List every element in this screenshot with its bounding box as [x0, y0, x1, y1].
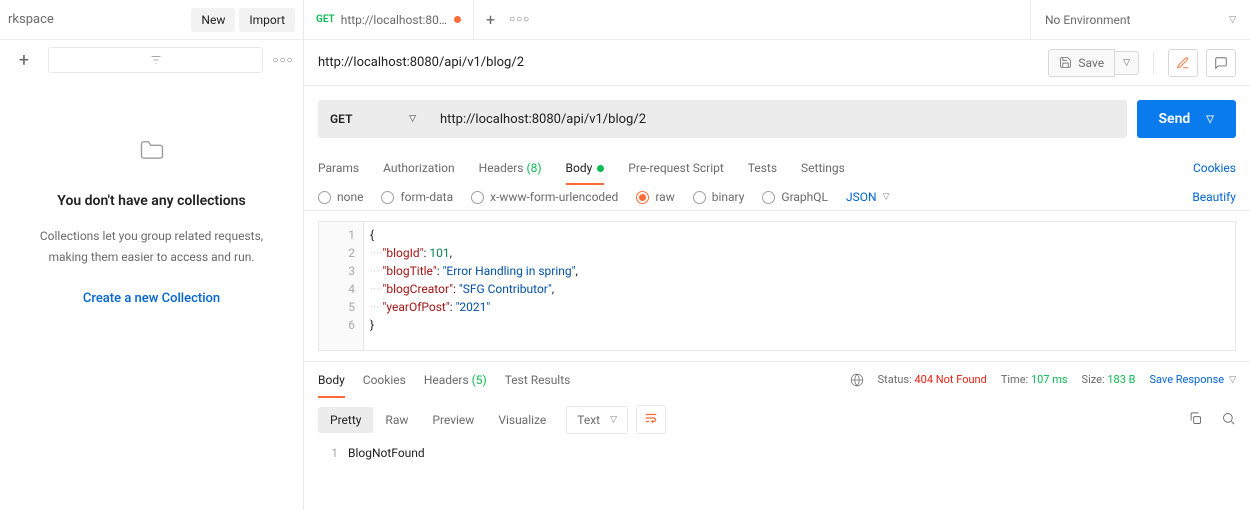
tab-tests[interactable]: Tests	[748, 152, 777, 184]
body-type-graphql[interactable]: GraphQL	[762, 190, 828, 204]
response-toolbar: Pretty Raw Preview Visualize Text ▽	[304, 397, 1250, 442]
new-button[interactable]: New	[191, 8, 235, 32]
body-code[interactable]: { ····"blogId": 101, ····"blogTitle": "E…	[364, 222, 584, 350]
body-format-select[interactable]: JSON ▽	[846, 190, 889, 204]
workspace-label: rkspace	[8, 12, 54, 27]
response-meta: Status: 404 Not Found Time: 107 ms Size:…	[850, 373, 1236, 387]
beautify-link[interactable]: Beautify	[1192, 190, 1236, 204]
create-collection-link[interactable]: Create a new Collection	[83, 291, 220, 306]
response-time-value: 107 ms	[1031, 373, 1068, 386]
save-button[interactable]: Save	[1048, 49, 1115, 77]
folder-icon	[132, 130, 172, 170]
globe-icon	[850, 373, 864, 387]
response-size-value: 183 B	[1107, 373, 1135, 386]
save-response-button[interactable]: Save Response ▽	[1150, 373, 1237, 386]
response-format-select[interactable]: Text ▽	[566, 406, 628, 434]
new-tab-button[interactable]: +	[486, 10, 495, 29]
sidebar-options-button[interactable]: ○○○	[271, 55, 295, 66]
sidebar-toolbar: + ○○○	[0, 40, 303, 80]
tab-url-label: http://localhost:80...	[341, 13, 448, 27]
tab-authorization[interactable]: Authorization	[383, 152, 455, 184]
body-modified-indicator-icon	[597, 165, 604, 172]
tab-bar: GET http://localhost:80... + ○○○ No Envi…	[304, 0, 1250, 40]
search-icon	[1221, 411, 1236, 426]
response-line-gutter: 1	[318, 446, 348, 460]
empty-collections: You don't have any collections Collectio…	[0, 80, 303, 356]
response-tabs: Body Cookies Headers (5) Test Results St…	[304, 361, 1250, 397]
line-gutter: 123456	[319, 222, 364, 350]
body-type-selector: none form-data x-www-form-urlencoded raw…	[304, 184, 1250, 211]
response-tab-cookies[interactable]: Cookies	[363, 362, 406, 398]
response-tab-tests[interactable]: Test Results	[505, 362, 571, 398]
request-url-row: GET ▽ Send ▽	[304, 86, 1250, 152]
response-body-text[interactable]: BlogNotFound	[348, 446, 425, 460]
save-icon	[1059, 56, 1072, 69]
response-body: 1 BlogNotFound	[304, 442, 1250, 464]
view-visualize[interactable]: Visualize	[486, 407, 558, 433]
tab-prerequest[interactable]: Pre-request Script	[628, 152, 723, 184]
edit-button[interactable]	[1168, 49, 1198, 77]
view-raw[interactable]: Raw	[373, 407, 420, 433]
copy-response-button[interactable]	[1188, 411, 1203, 429]
save-dropdown-button[interactable]: ▽	[1115, 51, 1139, 75]
comments-button[interactable]	[1206, 49, 1236, 77]
empty-title: You don't have any collections	[30, 190, 273, 212]
filter-icon	[150, 54, 162, 66]
view-preview[interactable]: Preview	[420, 407, 486, 433]
tab-headers[interactable]: Headers (8)	[479, 152, 542, 184]
filter-input[interactable]	[48, 47, 263, 73]
wrap-lines-button[interactable]	[636, 405, 666, 434]
cookies-link[interactable]: Cookies	[1193, 161, 1236, 175]
request-tab[interactable]: GET http://localhost:80...	[304, 0, 474, 39]
copy-icon	[1188, 411, 1203, 426]
empty-description: Collections let you group related reques…	[30, 226, 273, 267]
tab-settings[interactable]: Settings	[801, 152, 845, 184]
comment-icon	[1214, 56, 1228, 70]
body-type-formdata[interactable]: form-data	[381, 190, 453, 204]
body-type-none[interactable]: none	[318, 190, 363, 204]
view-pretty[interactable]: Pretty	[318, 407, 373, 433]
chevron-down-icon: ▽	[1123, 58, 1130, 68]
response-tab-body[interactable]: Body	[318, 362, 345, 398]
add-collection-button[interactable]: +	[8, 47, 40, 73]
tab-options-button[interactable]: ○○○	[509, 14, 530, 25]
request-title: http://localhost:8080/api/v1/blog/2	[318, 55, 1048, 70]
chevron-down-icon: ▽	[409, 114, 416, 124]
response-view-segment: Pretty Raw Preview Visualize	[318, 407, 558, 433]
sidebar-header: rkspace New Import	[0, 0, 303, 40]
chevron-down-icon: ▽	[610, 415, 617, 425]
tab-params[interactable]: Params	[318, 152, 359, 184]
chevron-down-icon: ▽	[1206, 114, 1214, 125]
chevron-down-icon: ▽	[1229, 375, 1236, 385]
body-type-urlencoded[interactable]: x-www-form-urlencoded	[471, 190, 618, 204]
unsaved-indicator-icon	[454, 16, 461, 23]
search-response-button[interactable]	[1221, 411, 1236, 429]
sidebar: rkspace New Import + ○○○ You don't have …	[0, 0, 304, 510]
pencil-icon	[1176, 56, 1190, 70]
response-tab-headers[interactable]: Headers (5)	[424, 362, 487, 398]
environment-label: No Environment	[1045, 13, 1130, 27]
request-tabs: Params Authorization Headers (8) Body Pr…	[304, 152, 1250, 184]
response-status-value: 404 Not Found	[915, 373, 987, 386]
body-type-binary[interactable]: binary	[693, 190, 745, 204]
body-editor[interactable]: 123456 { ····"blogId": 101, ····"blogTit…	[318, 221, 1236, 351]
chevron-down-icon: ▽	[883, 192, 890, 202]
chevron-down-icon: ▽	[1229, 15, 1236, 25]
request-title-row: http://localhost:8080/api/v1/blog/2 Save…	[304, 40, 1250, 86]
method-select[interactable]: GET ▽	[318, 100, 428, 138]
tab-body[interactable]: Body	[566, 152, 605, 184]
wrap-icon	[644, 411, 658, 425]
environment-select[interactable]: No Environment ▽	[1030, 0, 1250, 39]
send-button[interactable]: Send ▽	[1137, 100, 1236, 138]
import-button[interactable]: Import	[239, 8, 295, 32]
body-type-raw[interactable]: raw	[636, 190, 674, 204]
tab-method-label: GET	[316, 14, 335, 25]
main-panel: GET http://localhost:80... + ○○○ No Envi…	[304, 0, 1250, 510]
url-input[interactable]	[428, 100, 1127, 138]
